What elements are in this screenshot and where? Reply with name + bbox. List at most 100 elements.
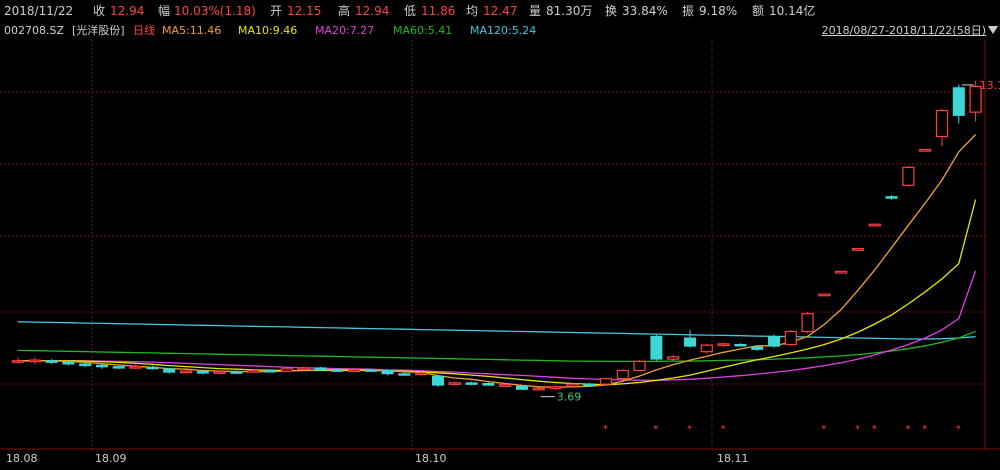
candle-body [885, 196, 898, 199]
candle-body [163, 368, 176, 373]
candle-body [331, 369, 344, 372]
signal-star-icon: * [855, 424, 860, 435]
candle-body [432, 375, 444, 386]
candle [45, 359, 58, 364]
candle [432, 375, 444, 387]
candle-body [11, 360, 25, 363]
candle [96, 364, 108, 369]
stock-name: [光洋股份] [72, 24, 125, 37]
candle [868, 223, 881, 227]
candle-body [868, 223, 881, 227]
low-value: 11.86 [421, 4, 456, 18]
candle [129, 364, 142, 370]
candle-body [650, 335, 663, 360]
signal-star-icon: * [653, 424, 658, 435]
close-label: 收 [93, 4, 106, 18]
moving-average-lines [17, 134, 977, 388]
candle-body [79, 363, 92, 367]
x-tick-label: 18.09 [95, 452, 127, 465]
candle-body [129, 366, 142, 369]
amplitude-value: 9.18% [699, 4, 738, 18]
candle-body [45, 360, 58, 363]
candle [784, 329, 797, 347]
candle-body [919, 148, 932, 152]
signal-star-icon: * [872, 424, 877, 435]
candle [667, 354, 680, 361]
candle-body [448, 382, 461, 385]
candle-body [364, 369, 377, 372]
candle [851, 248, 865, 251]
change-label: 幅 [158, 4, 171, 18]
candle-body [398, 373, 411, 376]
candle [902, 165, 915, 187]
x-tick-label: 18.08 [6, 452, 38, 465]
candle-body [314, 367, 327, 371]
candle [616, 369, 629, 380]
candle-body [196, 370, 209, 374]
candle-body [179, 370, 193, 374]
date-range-selector[interactable]: 2018/08/27-2018/11/22(58日) [822, 22, 986, 40]
candle-body [717, 343, 730, 346]
candle-body [62, 361, 75, 365]
candle-body [297, 367, 310, 370]
avg-label: 均 [466, 4, 479, 18]
candle [768, 334, 780, 348]
candle [633, 360, 646, 372]
candle-body [516, 385, 528, 390]
candle-body [532, 387, 545, 391]
candle [532, 387, 545, 391]
candle-body [734, 344, 747, 347]
chevron-down-icon[interactable] [988, 26, 998, 34]
candle-body [482, 383, 495, 386]
candle [11, 357, 25, 364]
candlestick-chart[interactable]: 13.11 3.69 * * * * * * * * * * [0, 40, 1000, 450]
high-value: 12.94 [355, 4, 390, 18]
candle [398, 372, 411, 376]
candle [684, 329, 696, 348]
candle-body [700, 344, 713, 353]
candle [801, 312, 814, 334]
candle [835, 270, 848, 274]
candle [919, 148, 932, 152]
candle-body [499, 384, 512, 387]
candle-body [818, 293, 831, 297]
candle-body [549, 386, 562, 389]
ma60-legend: MA60:5.41 [393, 24, 453, 37]
candle-body [230, 371, 243, 374]
ma5-legend: MA5:11.46 [162, 24, 222, 37]
candle [381, 369, 394, 376]
candle [717, 342, 730, 348]
candle [482, 382, 495, 387]
candle-body [616, 369, 629, 380]
candle [935, 108, 949, 147]
chart-grid [0, 40, 1000, 450]
candle [516, 385, 528, 390]
signal-star-icon: * [687, 424, 692, 435]
candle-body [599, 378, 613, 385]
candle-body [28, 359, 41, 363]
amount-value: 10.14亿 [769, 4, 816, 18]
quote-date: 2018/11/22 [4, 4, 74, 18]
period-label[interactable]: 日线 [133, 22, 155, 40]
high-label: 高 [338, 4, 351, 18]
candle-body [381, 370, 394, 375]
candle [734, 343, 747, 347]
candle-body [264, 370, 276, 373]
open-value: 12.15 [287, 4, 322, 18]
candle-body [96, 364, 108, 368]
min-price-label: 3.69 [557, 391, 582, 404]
x-tick-label: 18.11 [717, 452, 749, 465]
candle-body [768, 335, 780, 347]
candle [818, 293, 831, 297]
candle [700, 343, 713, 354]
ma120-legend: MA120:5.24 [470, 24, 537, 37]
volume-value: 81.30万 [546, 4, 593, 18]
signal-star-icon: * [603, 424, 608, 435]
avg-value: 12.47 [483, 4, 518, 18]
candle-body [415, 372, 428, 376]
signal-star-icon: * [905, 424, 910, 435]
ma20-line [18, 270, 977, 381]
candle-body [146, 366, 159, 370]
x-tick-label: 18.10 [415, 452, 447, 465]
candle-body [347, 369, 361, 372]
